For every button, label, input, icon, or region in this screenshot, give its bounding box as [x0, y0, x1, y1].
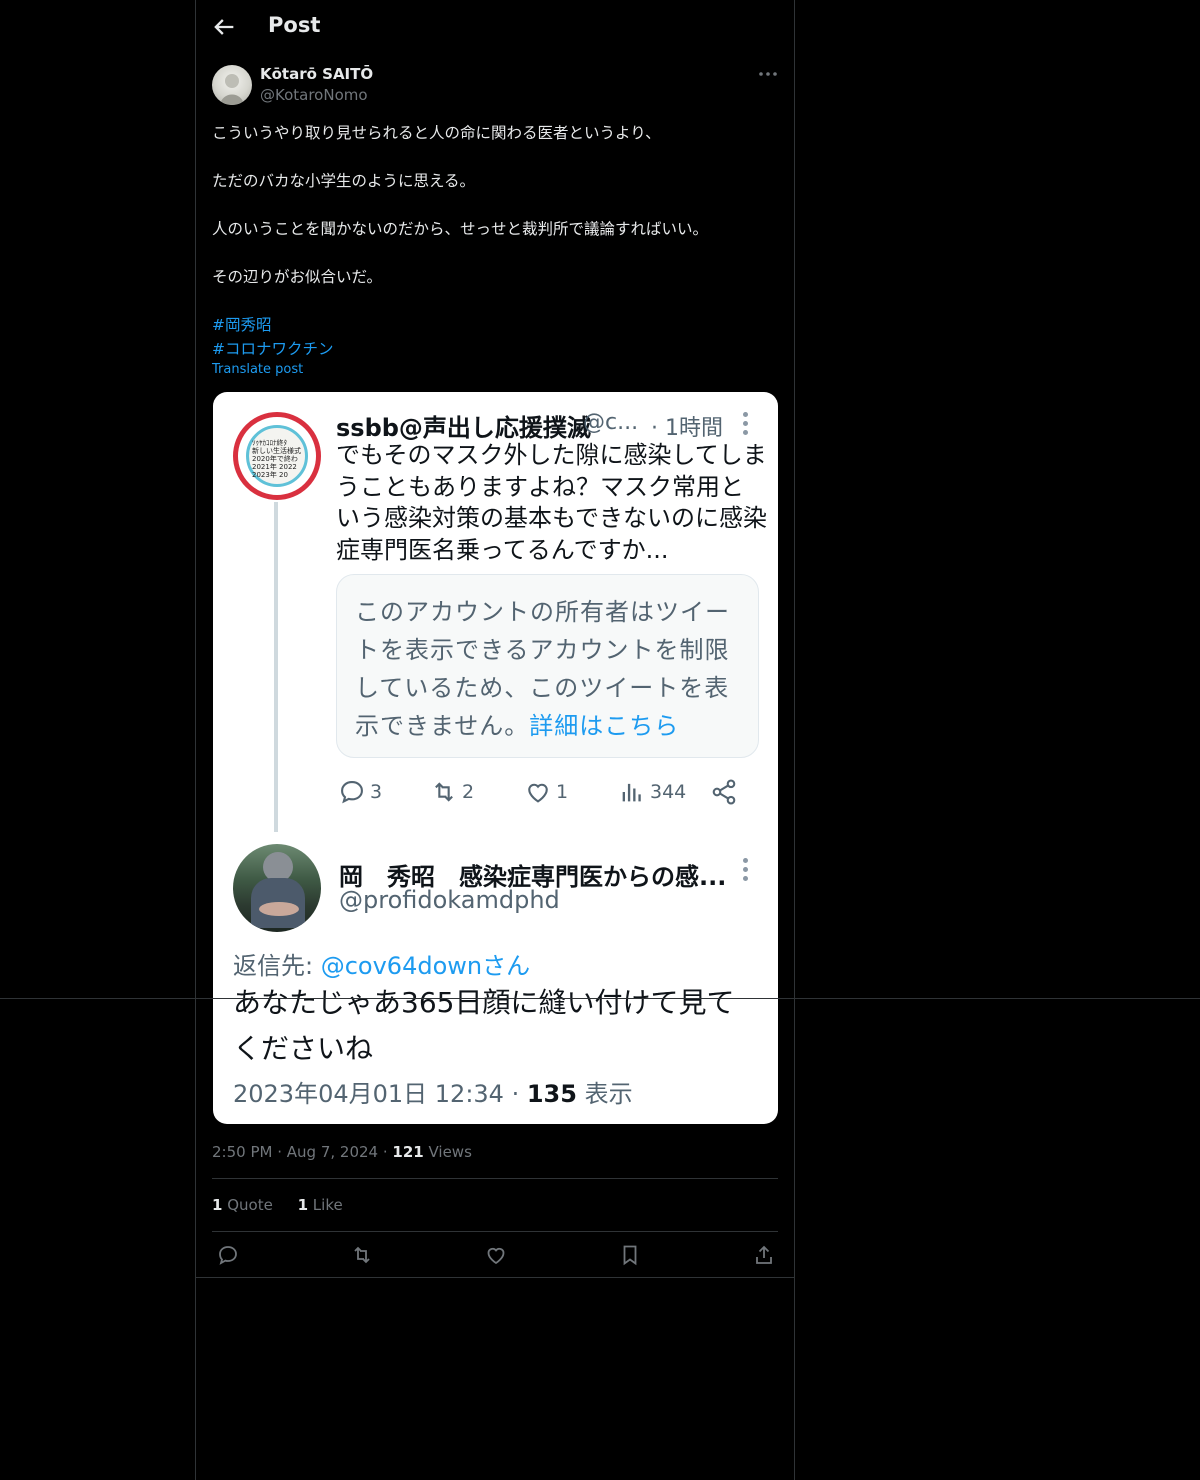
restricted-tweet-notice: このアカウントの所有者はツイー トを表示できるアカウントを制限 しているため、こ…	[336, 574, 759, 758]
likes-stat[interactable]: 1 Like	[298, 1196, 343, 1214]
share-icon	[712, 779, 736, 805]
back-arrow-icon[interactable]	[210, 13, 238, 41]
author-handle[interactable]: @KotaroNomo	[260, 86, 368, 104]
like-icon[interactable]	[484, 1243, 508, 1267]
divider	[212, 1178, 778, 1179]
tweet-text-line: ただのバカな小学生のように思える。	[212, 172, 476, 190]
embedded-timestamp: 2023年04月01日 12:34 · 135 表示	[233, 1080, 633, 1108]
avatar: ｿｩﾔｶｺﾛﾅ終ﾀ 新しい生活様式 2020年で終わ 2021年 2022 20…	[233, 412, 321, 500]
like-count: 1	[524, 774, 568, 810]
retweet-icon[interactable]	[350, 1243, 374, 1267]
embedded-timestamp: · 1時間	[651, 416, 723, 441]
post-column: Post Kōtarō SAITŌ @KotaroNomo こういうやり取り見せ…	[195, 0, 795, 1480]
top-bar: Post	[196, 0, 794, 54]
more-icon[interactable]	[756, 62, 780, 86]
view-count: 344	[618, 774, 686, 810]
more-icon	[741, 858, 749, 884]
avatar[interactable]	[212, 65, 252, 105]
like-icon	[528, 783, 548, 803]
page-title: Post	[268, 13, 321, 37]
tweet-text-line: その辺りがお似合いだ。	[212, 268, 383, 286]
reply-to-line: 返信先: @cov64downさん	[233, 952, 531, 980]
post-timestamp: 2:50 PM · Aug 7, 2024 · 121 Views	[212, 1143, 472, 1161]
reply-count: 3	[338, 774, 382, 810]
embedded-author-handle: @profidokamdphd	[339, 886, 560, 914]
embedded-tweet-text: あなたじゃあ365日顔に縫い付けて見て くださいね	[233, 986, 735, 1065]
quotes-stat[interactable]: 1 Quote	[212, 1196, 273, 1214]
hashtag-link[interactable]: #岡秀昭	[212, 313, 272, 335]
bookmark-icon[interactable]	[618, 1243, 642, 1267]
embedded-tweet-text: でもそのマスク外した隙に感染してしま うこともありますよね？マスク常用と いう感…	[336, 441, 768, 564]
more-icon	[741, 412, 749, 438]
post-stats: 1 Quote 1 Like	[212, 1196, 363, 1214]
avatar-text: ｿｩﾔｶｺﾛﾅ終ﾀ 新しい生活様式 2020年で終わ 2021年 2022 20…	[252, 439, 301, 479]
views-icon	[622, 783, 641, 802]
author-name[interactable]: Kōtarō SAITŌ	[260, 65, 373, 83]
attached-screenshot[interactable]: ｿｩﾔｶｺﾛﾅ終ﾀ 新しい生活様式 2020年で終わ 2021年 2022 20…	[213, 392, 778, 1124]
tweet-text-line: こういうやり取り見せられると人の命に関わる医者というより、	[212, 124, 661, 142]
reply-icon	[341, 781, 363, 804]
embedded-author-name: ssbb@声出し応援撲滅	[336, 414, 591, 442]
avatar	[233, 844, 321, 932]
retweet-count: 2	[430, 774, 474, 810]
retweet-icon	[435, 782, 453, 802]
embedded-action-bar: 3 2 1 344	[336, 774, 766, 810]
embedded-author-handle: @c...	[583, 410, 639, 435]
translate-post-link[interactable]: Translate post	[212, 362, 303, 377]
thread-line	[274, 502, 278, 832]
learn-more-link: 詳細はこちら	[529, 712, 680, 740]
horizontal-guide-line	[0, 998, 1200, 999]
share-icon[interactable]	[752, 1243, 776, 1267]
reply-icon[interactable]	[216, 1243, 240, 1267]
hashtag-link[interactable]: #コロナワクチン	[212, 337, 334, 359]
tweet-text-line: 人のいうことを聞かないのだから、せっせと裁判所で議論すればいい。	[212, 220, 709, 238]
action-bar	[196, 1232, 794, 1278]
